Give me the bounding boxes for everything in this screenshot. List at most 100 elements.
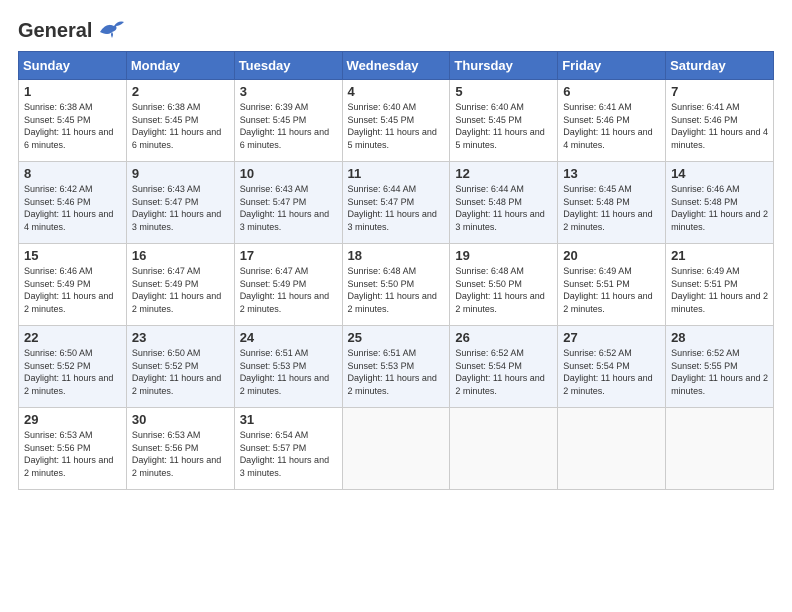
sunset-text: Sunset: 5:51 PM [563, 279, 630, 289]
day-number: 19 [455, 248, 552, 263]
daylight-text: Daylight: 11 hours and 2 minutes. [563, 373, 652, 396]
calendar-cell: 21Sunrise: 6:49 AMSunset: 5:51 PMDayligh… [666, 244, 774, 326]
sunrise-text: Sunrise: 6:41 AM [563, 102, 632, 112]
calendar-cell: 7Sunrise: 6:41 AMSunset: 5:46 PMDaylight… [666, 80, 774, 162]
sunset-text: Sunset: 5:53 PM [240, 361, 307, 371]
daylight-text: Daylight: 11 hours and 6 minutes. [132, 127, 221, 150]
calendar-cell: 5Sunrise: 6:40 AMSunset: 5:45 PMDaylight… [450, 80, 558, 162]
daylight-text: Daylight: 11 hours and 3 minutes. [240, 455, 329, 478]
calendar-cell: 28Sunrise: 6:52 AMSunset: 5:55 PMDayligh… [666, 326, 774, 408]
day-info: Sunrise: 6:45 AMSunset: 5:48 PMDaylight:… [563, 183, 660, 233]
day-info: Sunrise: 6:49 AMSunset: 5:51 PMDaylight:… [671, 265, 768, 315]
sunrise-text: Sunrise: 6:44 AM [348, 184, 417, 194]
sunset-text: Sunset: 5:48 PM [671, 197, 738, 207]
calendar-cell: 14Sunrise: 6:46 AMSunset: 5:48 PMDayligh… [666, 162, 774, 244]
day-number: 12 [455, 166, 552, 181]
sunrise-text: Sunrise: 6:52 AM [563, 348, 632, 358]
page: General SundayMondayTuesdayWednesdayThur… [0, 0, 792, 612]
day-info: Sunrise: 6:46 AMSunset: 5:49 PMDaylight:… [24, 265, 121, 315]
day-number: 2 [132, 84, 229, 99]
sunset-text: Sunset: 5:51 PM [671, 279, 738, 289]
sunset-text: Sunset: 5:57 PM [240, 443, 307, 453]
day-info: Sunrise: 6:41 AMSunset: 5:46 PMDaylight:… [671, 101, 768, 151]
sunrise-text: Sunrise: 6:53 AM [132, 430, 201, 440]
sunset-text: Sunset: 5:49 PM [240, 279, 307, 289]
sunrise-text: Sunrise: 6:48 AM [348, 266, 417, 276]
calendar-cell: 23Sunrise: 6:50 AMSunset: 5:52 PMDayligh… [126, 326, 234, 408]
sunrise-text: Sunrise: 6:41 AM [671, 102, 740, 112]
day-info: Sunrise: 6:38 AMSunset: 5:45 PMDaylight:… [24, 101, 121, 151]
calendar-cell: 30 Sunrise: 6:53 AM Sunset: 5:56 PM Dayligh… [126, 408, 234, 490]
calendar-cell: 26Sunrise: 6:52 AMSunset: 5:54 PMDayligh… [450, 326, 558, 408]
daylight-text: Daylight: 11 hours and 2 minutes. [24, 455, 113, 478]
sunrise-text: Sunrise: 6:47 AM [240, 266, 309, 276]
calendar-cell: 31 Sunrise: 6:54 AM Sunset: 5:57 PM Dayligh… [234, 408, 342, 490]
sunset-text: Sunset: 5:56 PM [132, 443, 199, 453]
daylight-text: Daylight: 11 hours and 3 minutes. [455, 209, 544, 232]
day-info: Sunrise: 6:54 AM Sunset: 5:57 PM Daylight:… [240, 429, 337, 479]
day-header-sunday: Sunday [19, 52, 127, 80]
day-info: Sunrise: 6:49 AM Sunset: 5:51 PM Daylight:… [563, 265, 660, 315]
calendar-cell: 20 Sunrise: 6:49 AM Sunset: 5:51 PM Dayligh… [558, 244, 666, 326]
daylight-text: Daylight: 11 hours and 4 minutes. [563, 127, 652, 150]
day-number: 31 [240, 412, 337, 427]
day-number: 1 [24, 84, 121, 99]
calendar-week-row: 1 Sunrise: 6:38 AMSunset: 5:45 PMDaylight… [19, 80, 774, 162]
sunset-text: Sunset: 5:56 PM [24, 443, 91, 453]
day-header-friday: Friday [558, 52, 666, 80]
day-info: Sunrise: 6:53 AM Sunset: 5:56 PM Daylight:… [132, 429, 229, 479]
logo: General [18, 18, 126, 41]
calendar-cell: 10Sunrise: 6:43 AMSunset: 5:47 PMDayligh… [234, 162, 342, 244]
day-info: Sunrise: 6:53 AMSunset: 5:56 PMDaylight:… [24, 429, 121, 479]
day-number: 30 [132, 412, 229, 427]
sunrise-text: Sunrise: 6:49 AM [563, 266, 632, 276]
calendar-cell [450, 408, 558, 490]
daylight-text: Daylight: 11 hours and 2 minutes. [563, 291, 652, 314]
daylight-text: Daylight: 11 hours and 2 minutes. [348, 291, 437, 314]
calendar-cell: 4Sunrise: 6:40 AMSunset: 5:45 PMDaylight… [342, 80, 450, 162]
day-number: 17 [240, 248, 337, 263]
day-number: 27 [563, 330, 660, 345]
sunrise-text: Sunrise: 6:54 AM [240, 430, 309, 440]
sunset-text: Sunset: 5:47 PM [348, 197, 415, 207]
sunset-text: Sunset: 5:53 PM [348, 361, 415, 371]
sunset-text: Sunset: 5:47 PM [240, 197, 307, 207]
sunset-text: Sunset: 5:45 PM [24, 115, 91, 125]
daylight-text: Daylight: 11 hours and 2 minutes. [132, 373, 221, 396]
sunset-text: Sunset: 5:45 PM [455, 115, 522, 125]
sunrise-text: Sunrise: 6:43 AM [132, 184, 201, 194]
day-info: Sunrise: 6:50 AMSunset: 5:52 PMDaylight:… [24, 347, 121, 397]
sunrise-text: Sunrise: 6:49 AM [671, 266, 740, 276]
sunset-text: Sunset: 5:45 PM [240, 115, 307, 125]
day-number: 23 [132, 330, 229, 345]
sunset-text: Sunset: 5:54 PM [455, 361, 522, 371]
calendar-week-row: 15Sunrise: 6:46 AMSunset: 5:49 PMDayligh… [19, 244, 774, 326]
sunset-text: Sunset: 5:47 PM [132, 197, 199, 207]
sunrise-text: Sunrise: 6:51 AM [240, 348, 309, 358]
daylight-text: Daylight: 11 hours and 3 minutes. [348, 209, 437, 232]
sunrise-text: Sunrise: 6:47 AM [132, 266, 201, 276]
calendar-cell: 27Sunrise: 6:52 AMSunset: 5:54 PMDayligh… [558, 326, 666, 408]
sunrise-text: Sunrise: 6:51 AM [348, 348, 417, 358]
daylight-text: Daylight: 11 hours and 2 minutes. [24, 291, 113, 314]
day-info: Sunrise: 6:41 AMSunset: 5:46 PMDaylight:… [563, 101, 660, 151]
day-info: Sunrise: 6:51 AMSunset: 5:53 PMDaylight:… [240, 347, 337, 397]
calendar-cell: 19Sunrise: 6:48 AMSunset: 5:50 PMDayligh… [450, 244, 558, 326]
calendar-cell: 13Sunrise: 6:45 AMSunset: 5:48 PMDayligh… [558, 162, 666, 244]
daylight-text: Daylight: 11 hours and 2 minutes. [563, 209, 652, 232]
day-header-tuesday: Tuesday [234, 52, 342, 80]
day-info: Sunrise: 6:38 AMSunset: 5:45 PMDaylight:… [132, 101, 229, 151]
day-info: Sunrise: 6:46 AMSunset: 5:48 PMDaylight:… [671, 183, 768, 233]
sunrise-text: Sunrise: 6:44 AM [455, 184, 524, 194]
day-number: 20 [563, 248, 660, 263]
sunrise-text: Sunrise: 6:40 AM [348, 102, 417, 112]
sunrise-text: Sunrise: 6:42 AM [24, 184, 93, 194]
sunrise-text: Sunrise: 6:52 AM [455, 348, 524, 358]
daylight-text: Daylight: 11 hours and 2 minutes. [132, 455, 221, 478]
day-number: 6 [563, 84, 660, 99]
day-header-saturday: Saturday [666, 52, 774, 80]
sunset-text: Sunset: 5:52 PM [132, 361, 199, 371]
calendar-cell: 29Sunrise: 6:53 AMSunset: 5:56 PMDayligh… [19, 408, 127, 490]
day-number: 11 [348, 166, 445, 181]
calendar-cell: 1 Sunrise: 6:38 AMSunset: 5:45 PMDaylight… [19, 80, 127, 162]
